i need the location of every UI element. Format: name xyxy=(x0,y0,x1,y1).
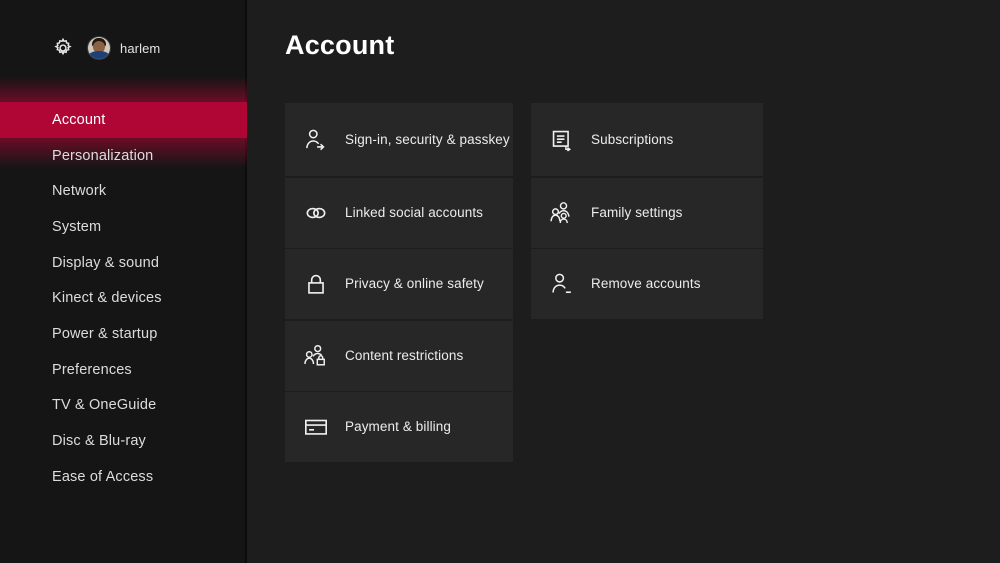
tile-label: Privacy & online safety xyxy=(345,276,484,291)
sidebar-item-disc-bluray[interactable]: Disc & Blu-ray xyxy=(0,423,245,459)
lock-icon xyxy=(308,274,324,294)
tile-label: Content restrictions xyxy=(345,347,464,363)
page-title: Account xyxy=(285,30,395,60)
sidebar-item-account[interactable]: Account xyxy=(0,76,247,168)
profile-name: harlem xyxy=(120,40,161,56)
content-pane: Account Sign-in, security & passkey Link… xyxy=(247,0,1000,563)
avatar-body xyxy=(88,51,110,59)
sidebar-item-label: System xyxy=(52,218,102,235)
sidebar-item-label: Preferences xyxy=(52,361,132,378)
tile-column-left: Sign-in, security & passkey Linked socia… xyxy=(285,103,513,462)
avatar[interactable] xyxy=(88,37,110,59)
sidebar-item-label: Power & startup xyxy=(52,325,158,342)
profile-row[interactable]: harlem xyxy=(0,0,245,96)
sidebar-item-system[interactable]: System xyxy=(0,209,245,245)
tile-label: Family settings xyxy=(591,204,683,220)
settings-tile-grid: Sign-in, security & passkey Linked socia… xyxy=(285,103,763,462)
person-minus-icon xyxy=(552,273,571,294)
link-icon xyxy=(306,207,326,218)
tile-label: Sign-in, security & passkey xyxy=(345,131,510,147)
tile-remove-accounts[interactable]: Remove accounts xyxy=(531,249,763,319)
tile-label: Linked social accounts xyxy=(345,204,484,220)
sidebar-item-label: Kinect & devices xyxy=(52,290,162,307)
sidebar-item-label: Network xyxy=(52,183,107,200)
sidebar-item-network[interactable]: Network xyxy=(0,173,245,209)
credit-card-icon xyxy=(305,419,327,435)
gear-icon[interactable] xyxy=(52,37,74,59)
sidebar-nav: Account Personalization Network System D… xyxy=(0,76,247,495)
sidebar-item-display-sound[interactable]: Display & sound xyxy=(0,245,245,281)
tile-content-restrictions[interactable]: Content restrictions xyxy=(285,320,513,391)
sidebar-item-label: Ease of Access xyxy=(52,468,154,485)
tile-column-right: Subscriptions Family settings Remove acc… xyxy=(531,103,763,462)
tile-label: Remove accounts xyxy=(591,276,701,291)
tile-label: Payment & billing xyxy=(345,419,452,434)
sidebar-item-label: Display & sound xyxy=(52,254,160,271)
tile-sign-in-security-passkey[interactable]: Sign-in, security & passkey xyxy=(285,103,513,176)
tile-subscriptions[interactable]: Subscriptions xyxy=(531,103,763,176)
sidebar-item-kinect-devices[interactable]: Kinect & devices xyxy=(0,280,245,316)
tile-linked-social-accounts[interactable]: Linked social accounts xyxy=(285,177,513,248)
people-lock-icon xyxy=(304,344,325,366)
xbox-settings-screen: harlem Account Personalization Network S… xyxy=(0,0,1000,563)
sidebar-item-label: Account xyxy=(52,111,106,128)
person-arrow-icon xyxy=(306,129,325,150)
document-renew-icon xyxy=(552,130,572,152)
tile-family-settings[interactable]: Family settings xyxy=(531,177,763,248)
tile-payment-billing[interactable]: Payment & billing xyxy=(285,392,513,462)
sidebar-item-personalization[interactable]: Personalization xyxy=(0,138,245,174)
selection-highlight xyxy=(0,102,247,138)
sidebar: harlem Account Personalization Network S… xyxy=(0,0,247,563)
sidebar-item-label: Personalization xyxy=(52,147,154,164)
sidebar-item-label: Disc & Blu-ray xyxy=(52,433,146,450)
sidebar-item-tv-oneguide[interactable]: TV & OneGuide xyxy=(0,388,245,424)
sidebar-item-label: TV & OneGuide xyxy=(52,397,157,414)
sidebar-item-power-startup[interactable]: Power & startup xyxy=(0,316,245,352)
sidebar-item-preferences[interactable]: Preferences xyxy=(0,352,245,388)
people-icon xyxy=(550,201,570,223)
sidebar-item-ease-of-access[interactable]: Ease of Access xyxy=(0,459,245,495)
tile-label: Subscriptions xyxy=(591,131,674,147)
tile-privacy-online-safety[interactable]: Privacy & online safety xyxy=(285,249,513,319)
